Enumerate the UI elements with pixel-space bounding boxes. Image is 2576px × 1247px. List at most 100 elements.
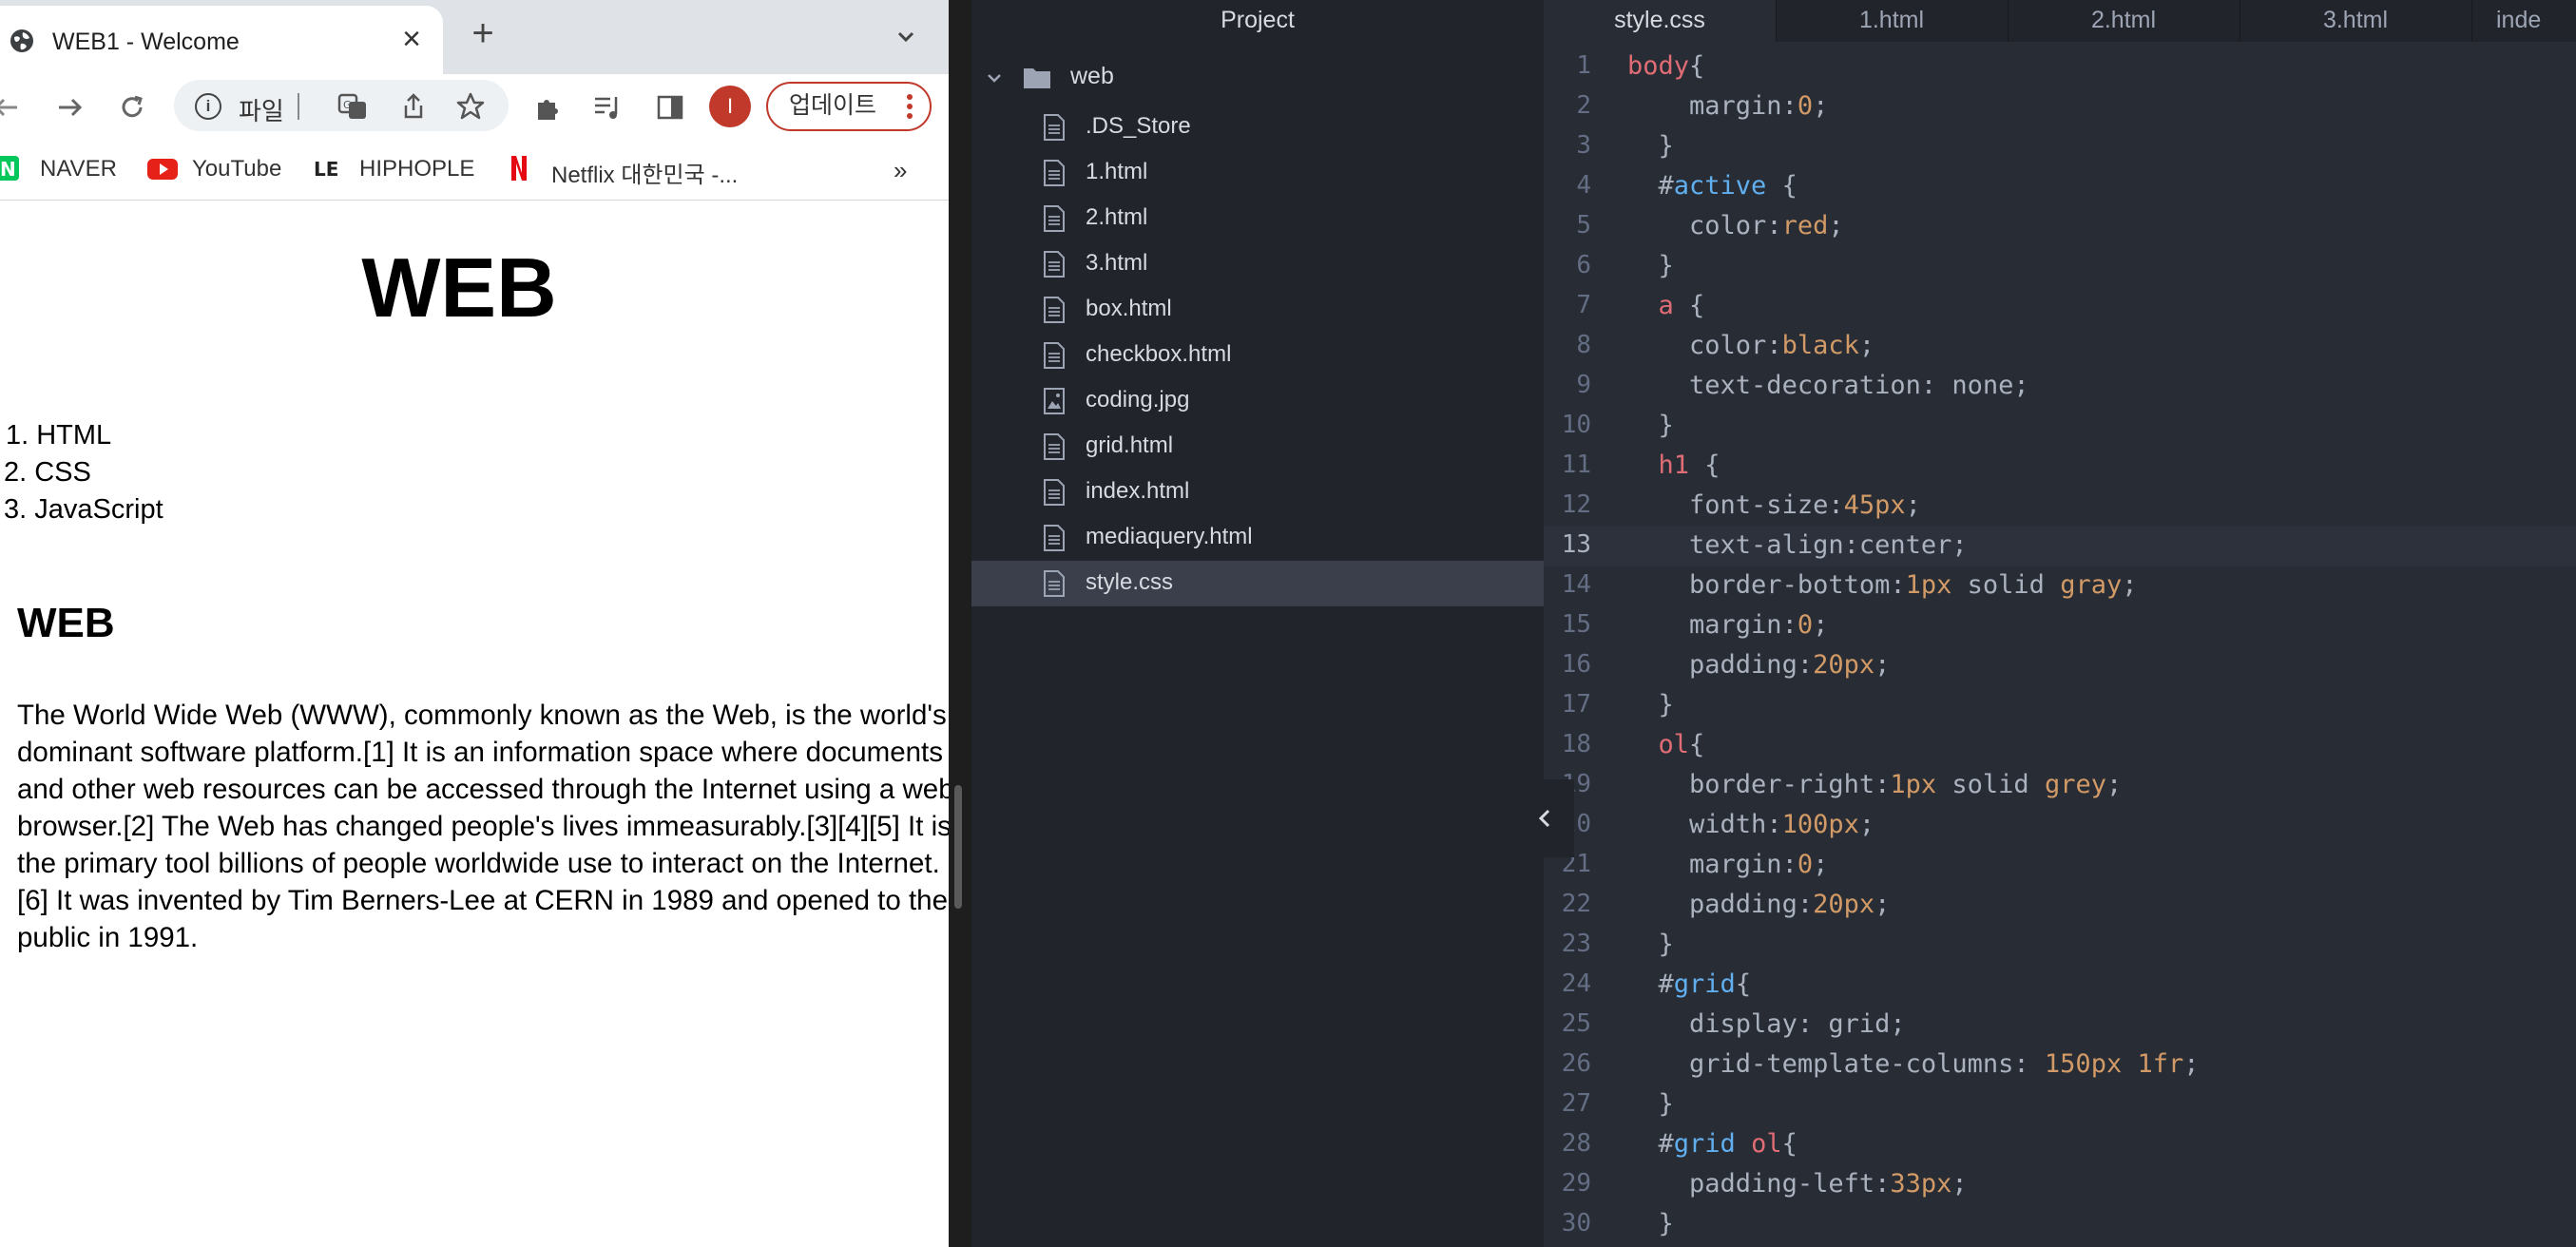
code-line[interactable]: 16 padding:20px; <box>1544 646 2576 686</box>
code-line[interactable]: 13 text-align:center; <box>1544 527 2576 566</box>
tree-file-item[interactable]: coding.jpg <box>971 378 1544 424</box>
code-line[interactable]: 4 #active { <box>1544 167 2576 207</box>
code-text: body{ <box>1627 51 1704 81</box>
tree-file-item[interactable]: checkbox.html <box>971 333 1544 378</box>
code-line[interactable]: 2 margin:0; <box>1544 87 2576 127</box>
editor-tab-style-css[interactable]: style.css <box>1544 0 1777 42</box>
code-line[interactable]: 20 width:100px; <box>1544 806 2576 846</box>
code-token: { <box>1689 51 1705 81</box>
bookmark-youtube[interactable]: YouTube <box>192 156 281 182</box>
code-line[interactable]: 26 grid-template-columns: 150px 1fr; <box>1544 1046 2576 1085</box>
code-token: black <box>1781 331 1859 360</box>
file-text-icon <box>1044 433 1065 460</box>
side-panel-icon[interactable] <box>654 91 686 124</box>
editor-tab-2-html[interactable]: 2.html <box>2008 0 2240 42</box>
more-vert-icon[interactable] <box>907 92 913 121</box>
link-css[interactable]: 2. CSS <box>4 457 91 488</box>
code-token: margin <box>1689 850 1782 879</box>
code-line[interactable]: 29 padding-left:33px; <box>1544 1165 2576 1205</box>
svg-text:LE: LE <box>314 158 338 181</box>
chevron-down-icon[interactable] <box>985 68 1004 87</box>
code-token: ol <box>1658 730 1690 759</box>
code-line[interactable]: 21 margin:0; <box>1544 846 2576 886</box>
tree-file-item[interactable]: 2.html <box>971 196 1544 241</box>
split-divider[interactable] <box>949 0 971 1247</box>
tree-file-item[interactable]: box.html <box>971 287 1544 333</box>
reload-icon[interactable] <box>116 91 148 124</box>
code-text: border-bottom:1px solid gray; <box>1627 570 2137 600</box>
editor-tab-1-html[interactable]: 1.html <box>1776 0 2009 42</box>
code-token: ; <box>1858 810 1875 839</box>
code-line[interactable]: 25 display: grid; <box>1544 1006 2576 1046</box>
code-token: # <box>1658 1129 1674 1159</box>
code-line[interactable]: 30 } <box>1544 1205 2576 1245</box>
code-line[interactable]: 14 border-bottom:1px solid gray; <box>1544 566 2576 606</box>
code-line[interactable]: 24 #grid{ <box>1544 966 2576 1006</box>
code-line[interactable]: 17 } <box>1544 686 2576 726</box>
code-line[interactable]: 22 padding:20px; <box>1544 886 2576 926</box>
code-line[interactable]: 23 } <box>1544 926 2576 966</box>
tree-file-item[interactable]: mediaquery.html <box>971 515 1544 561</box>
forward-icon[interactable] <box>53 91 86 124</box>
code-line[interactable]: 9 text-decoration: none; <box>1544 367 2576 407</box>
chevron-down-icon[interactable] <box>892 23 920 51</box>
collapse-panel-button[interactable] <box>1513 779 1574 857</box>
code-line[interactable]: 18 ol{ <box>1544 726 2576 766</box>
code-token: font-size <box>1689 490 1829 520</box>
tree-file-item[interactable]: grid.html <box>971 424 1544 470</box>
editor-tab-index-html[interactable]: inde <box>2471 0 2576 42</box>
code-line[interactable]: 10 } <box>1544 407 2576 447</box>
code-line[interactable]: 28 #grid ol{ <box>1544 1125 2576 1165</box>
tree-file-item[interactable]: .DS_Store <box>971 105 1544 150</box>
code-token: } <box>1627 690 1674 719</box>
list-item[interactable]: 2. CSS <box>0 454 163 491</box>
code-token: gray <box>2060 570 2123 600</box>
bookmark-naver[interactable]: NAVER <box>40 156 117 182</box>
code-token: padding <box>1689 890 1797 919</box>
code-line[interactable]: 15 margin:0; <box>1544 606 2576 646</box>
new-tab-button[interactable]: + <box>466 14 500 52</box>
browser-tab[interactable]: WEB1 - Welcome × <box>0 6 443 74</box>
profile-avatar[interactable]: I <box>709 86 751 127</box>
tree-file-item[interactable]: 3.html <box>971 241 1544 287</box>
link-javascript[interactable]: 3. JavaScript <box>4 494 163 525</box>
translate-icon[interactable]: G <box>337 91 368 122</box>
code-line[interactable]: 6 } <box>1544 247 2576 287</box>
back-icon[interactable] <box>0 91 23 124</box>
tree-file-item[interactable]: 1.html <box>971 150 1544 196</box>
browser-scrollbar[interactable] <box>954 785 962 909</box>
code-line[interactable]: 3 } <box>1544 127 2576 167</box>
list-item[interactable]: 1. HTML <box>0 417 163 454</box>
code-line[interactable]: 27 } <box>1544 1085 2576 1125</box>
tree-file-item[interactable]: style.css <box>971 561 1544 606</box>
code-token: # <box>1658 171 1674 201</box>
update-button[interactable]: 업데이트 <box>766 82 932 131</box>
code-token: : <box>1797 650 1814 680</box>
extensions-icon[interactable] <box>532 91 565 124</box>
address-bar[interactable]: i 파일 G <box>174 80 509 131</box>
line-number: 23 <box>1561 930 1591 958</box>
code-line[interactable]: 8 color:black; <box>1544 327 2576 367</box>
tree-file-item[interactable]: index.html <box>971 470 1544 515</box>
star-icon[interactable] <box>455 91 486 122</box>
code-line[interactable]: 1 body{ <box>1544 48 2576 87</box>
code-line[interactable]: 19 border-right:1px solid grey; <box>1544 766 2576 806</box>
code-line[interactable]: 5 color:red; <box>1544 207 2576 247</box>
share-icon[interactable] <box>398 91 429 122</box>
code-token: : <box>1781 610 1797 640</box>
media-control-icon[interactable] <box>591 91 624 124</box>
code-line[interactable]: 12 font-size:45px; <box>1544 487 2576 527</box>
code-token: margin <box>1689 610 1782 640</box>
bookmarks-overflow[interactable]: » <box>894 156 907 185</box>
link-html[interactable]: 1. HTML <box>6 420 111 451</box>
list-item[interactable]: 3. JavaScript <box>0 491 163 528</box>
editor-tab-3-html[interactable]: 3.html <box>2240 0 2472 42</box>
line-number: 2 <box>1576 91 1591 120</box>
bookmark-netflix[interactable]: Netflix 대한민국 -... <box>551 156 738 189</box>
code-line[interactable]: 7 a { <box>1544 287 2576 327</box>
code-line[interactable]: 11 h1 { <box>1544 447 2576 487</box>
close-tab-icon[interactable]: × <box>397 23 426 55</box>
info-icon[interactable]: i <box>195 93 221 120</box>
bookmark-hiphople[interactable]: HIPHOPLE <box>359 156 474 182</box>
